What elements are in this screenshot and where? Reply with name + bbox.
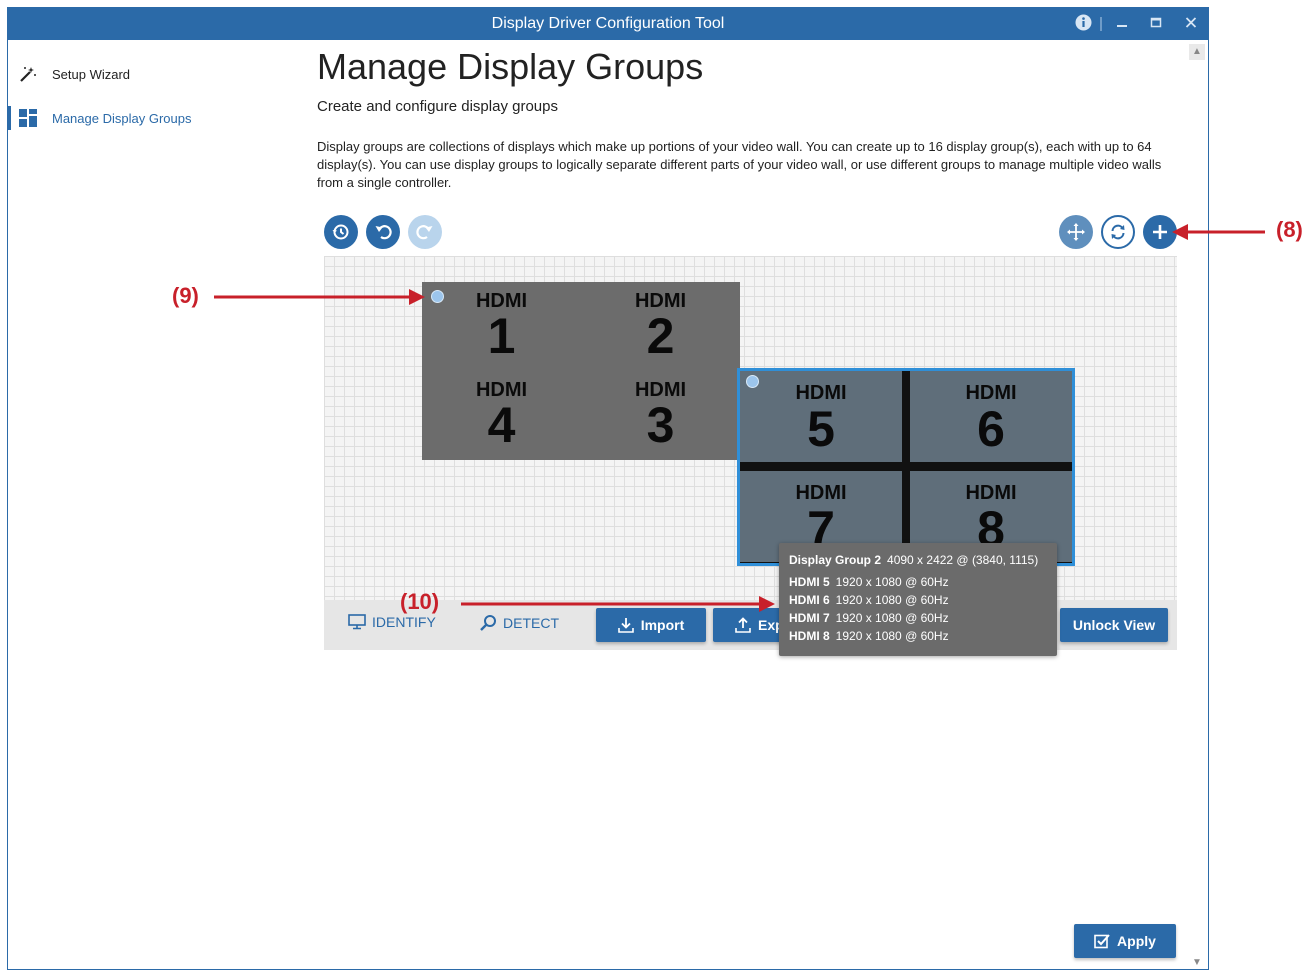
callout-9: (9) bbox=[172, 283, 199, 308]
callout-10: (10) bbox=[400, 589, 440, 614]
callout-arrows bbox=[214, 224, 1265, 612]
callout-8: (8) bbox=[1276, 217, 1303, 242]
